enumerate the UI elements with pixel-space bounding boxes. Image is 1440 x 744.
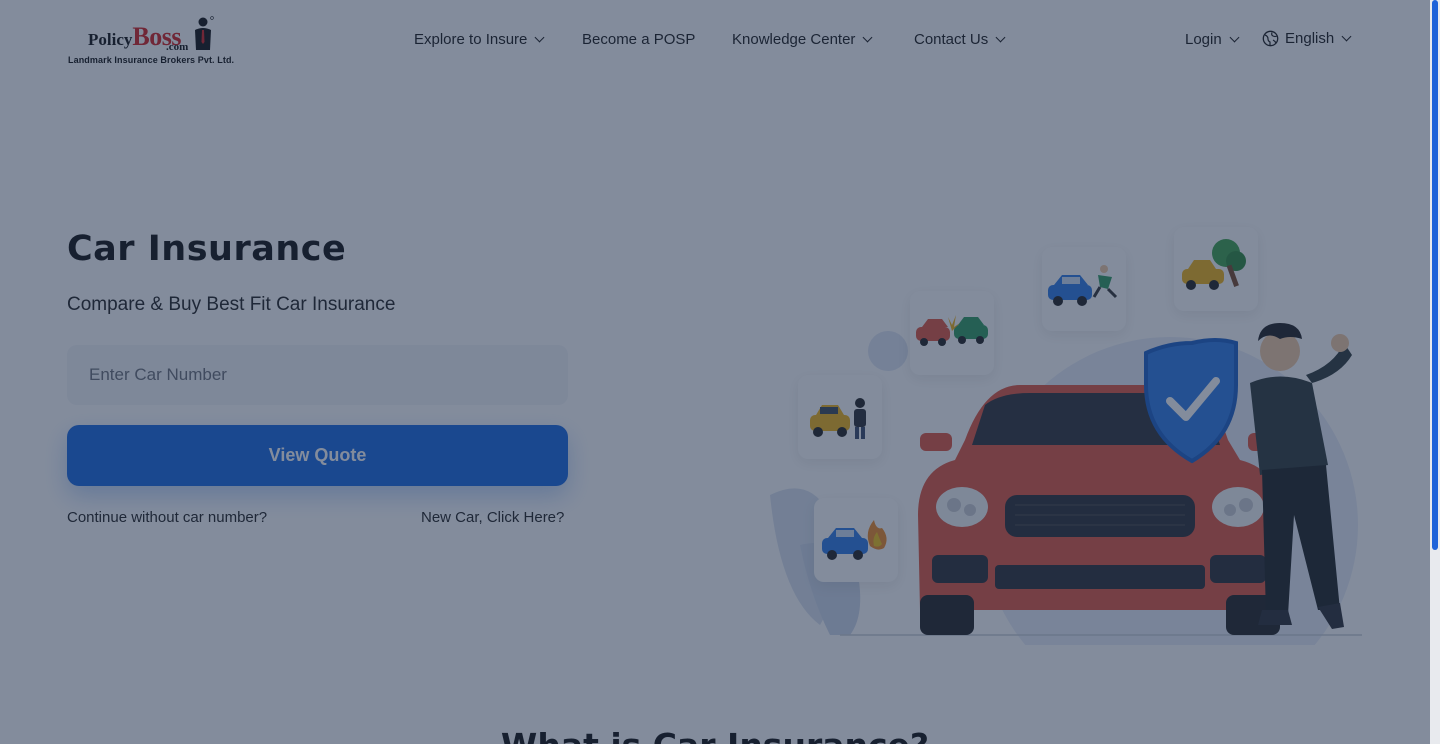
chevron-down-icon — [1229, 32, 1240, 43]
car-number-input[interactable] — [67, 345, 568, 405]
nav-contact-us[interactable]: Contact Us — [914, 31, 1006, 48]
new-car-link[interactable]: New Car, Click Here? — [421, 509, 564, 526]
hero-illustration — [740, 215, 1380, 713]
vertical-scrollbar[interactable] — [1430, 0, 1440, 744]
nav-become-a-posp[interactable]: Become a POSP — [582, 31, 695, 48]
language-label: English — [1285, 30, 1335, 47]
nav-item-label: Knowledge Center — [732, 31, 856, 48]
car-fire-icon — [822, 520, 887, 560]
logo-subtitle: Landmark Insurance Brokers Pvt. Ltd. — [68, 55, 235, 65]
collision-scenario-tile — [910, 291, 994, 375]
chevron-down-icon — [534, 32, 545, 43]
fire-scenario-tile — [814, 498, 898, 582]
hero-subtitle: Compare & Buy Best Fit Car Insurance — [67, 294, 396, 315]
main-nav: Explore to Insure Become a POSP Knowledg… — [0, 30, 1440, 51]
login-label: Login — [1185, 31, 1222, 48]
nav-item-label: Become a POSP — [582, 31, 696, 48]
pedestrian-accident-icon — [1048, 265, 1118, 306]
page-title: Car Insurance — [67, 229, 347, 269]
chevron-down-icon — [995, 32, 1006, 43]
site-header: PolicyBoss .com Landmark Insurance Broke… — [0, 0, 1440, 82]
car-collision-icon — [916, 315, 988, 346]
car-theft-icon — [810, 398, 866, 439]
nav-explore-to-insure[interactable]: Explore to Insure — [414, 31, 545, 48]
nav-item-label: Explore to Insure — [414, 31, 528, 48]
nav-knowledge-center[interactable]: Knowledge Center — [732, 31, 873, 48]
accident-scenario-tile — [1042, 247, 1126, 331]
globe-icon — [1262, 30, 1279, 47]
language-selector[interactable]: English — [1262, 30, 1352, 47]
fallen-tree-icon — [1182, 239, 1246, 290]
login-dropdown[interactable]: Login — [1185, 31, 1240, 48]
scrollbar-thumb[interactable] — [1432, 0, 1438, 550]
nav-item-label: Contact Us — [914, 31, 989, 48]
chevron-down-icon — [1341, 31, 1352, 42]
continue-without-car-number-link[interactable]: Continue without car number? — [67, 509, 267, 526]
theft-scenario-tile — [798, 375, 882, 459]
section-heading: What is Car Insurance? — [0, 726, 1430, 744]
view-quote-button[interactable]: View Quote — [67, 425, 568, 486]
natural-calamity-scenario-tile — [1174, 227, 1258, 311]
chevron-down-icon — [862, 32, 873, 43]
